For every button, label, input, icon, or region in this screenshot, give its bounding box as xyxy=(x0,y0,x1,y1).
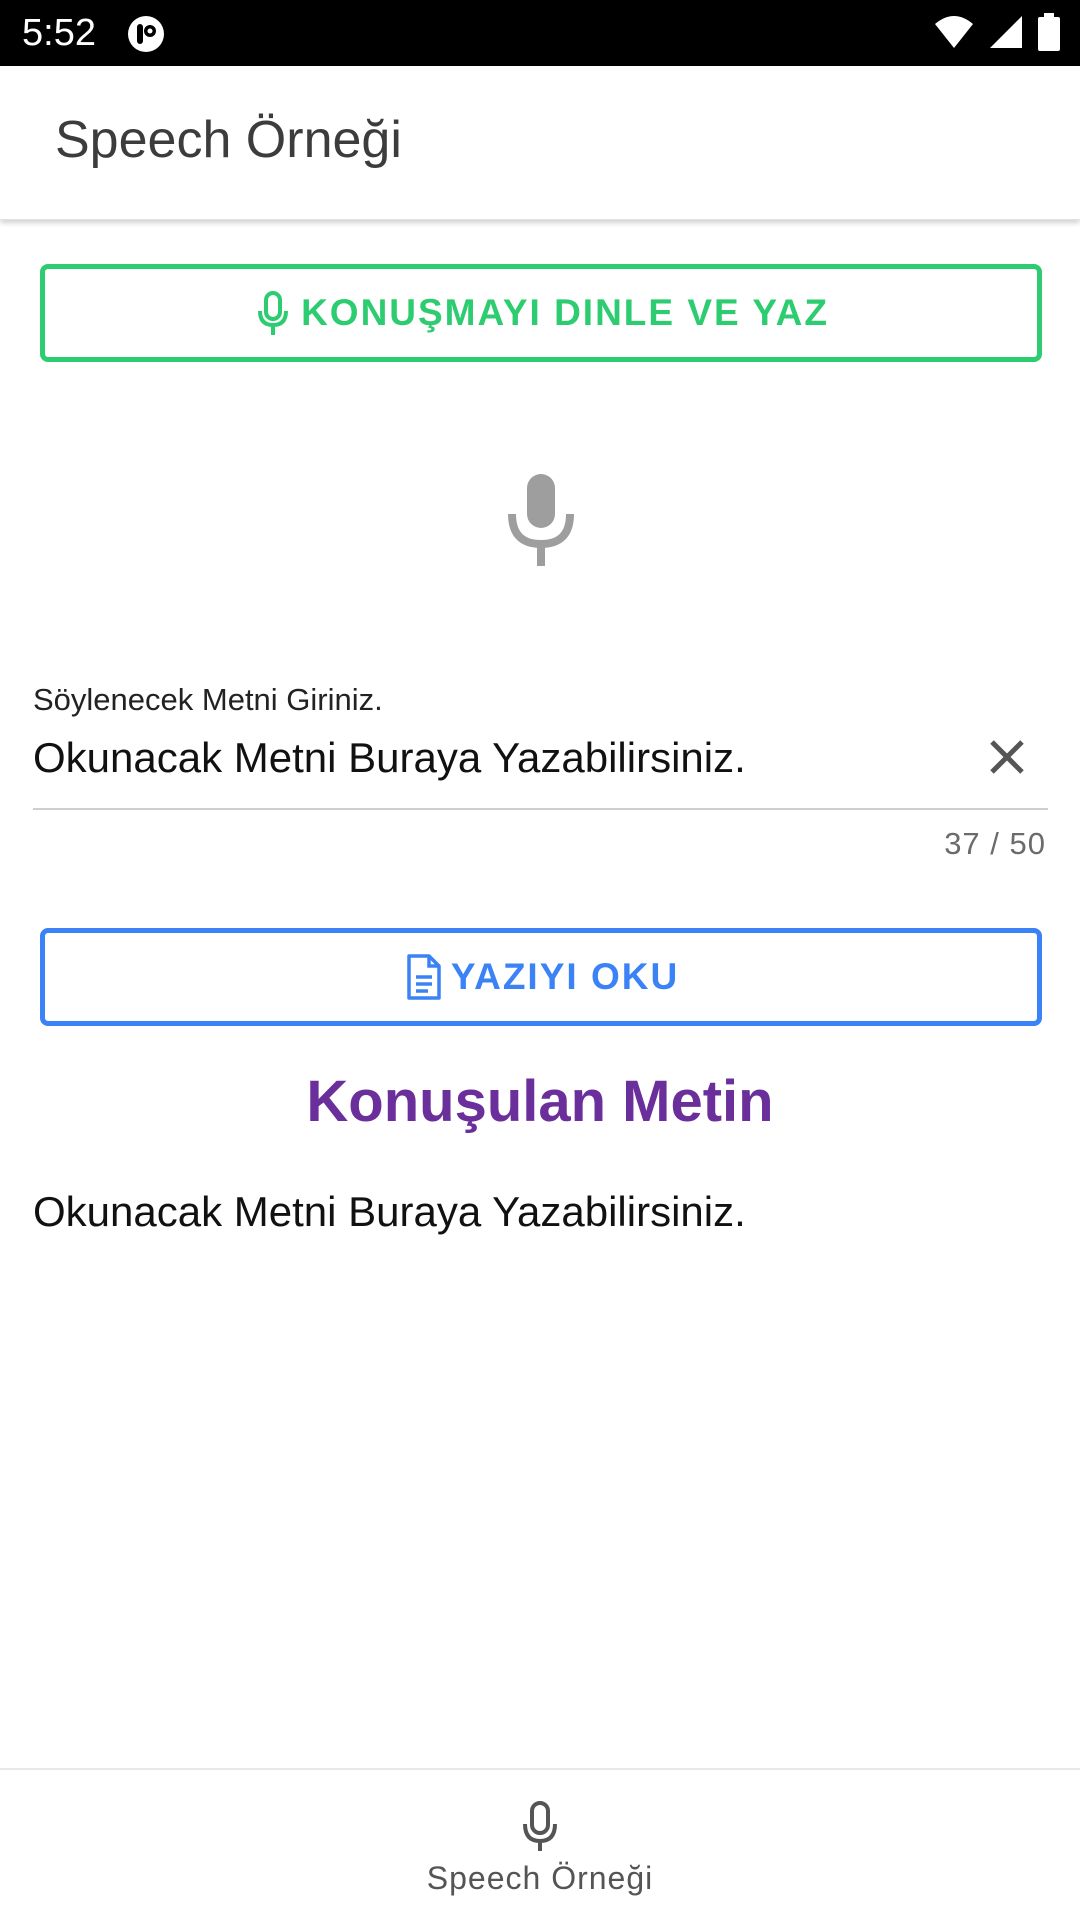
text-field-label: Söylenecek Metni Giriniz. xyxy=(33,682,383,717)
status-bar: 5:52 xyxy=(0,0,1080,66)
spoken-text-heading: Konuşulan Metin xyxy=(306,1069,774,1134)
character-counter: 37 / 50 xyxy=(944,826,1046,861)
microphone-icon xyxy=(520,1800,560,1854)
input-underline xyxy=(33,808,1048,810)
read-button-label: YAZIYI OKU xyxy=(450,956,680,997)
app-bar: Speech Örneği xyxy=(0,66,1080,220)
listen-button-label: KONUŞMAYI DINLE VE YAZ xyxy=(301,292,829,333)
page-title: Speech Örneği xyxy=(55,111,402,169)
status-time: 5:52 xyxy=(22,12,96,54)
microphone-icon xyxy=(253,289,293,337)
cellular-signal-icon xyxy=(988,14,1024,55)
battery-icon xyxy=(1038,12,1060,56)
read-text-button[interactable]: YAZIYI OKU xyxy=(40,928,1042,1026)
listen-and-write-button[interactable]: KONUŞMAYI DINLE VE YAZ xyxy=(40,264,1042,362)
app-notification-icon xyxy=(126,14,166,54)
nav-item-label: Speech Örneği xyxy=(426,1860,654,1896)
document-icon xyxy=(403,953,443,1001)
wifi-icon xyxy=(934,14,974,55)
spoken-text-value: Okunacak Metni Buraya Yazabilirsiniz. xyxy=(33,1188,746,1235)
bottom-navigation: Speech Örneği xyxy=(0,1768,1080,1920)
speech-text-input[interactable] xyxy=(33,734,953,782)
nav-item-speech-example[interactable]: Speech Örneği xyxy=(390,1770,690,1922)
clear-icon[interactable] xyxy=(986,736,1028,778)
microphone-icon xyxy=(506,470,576,570)
